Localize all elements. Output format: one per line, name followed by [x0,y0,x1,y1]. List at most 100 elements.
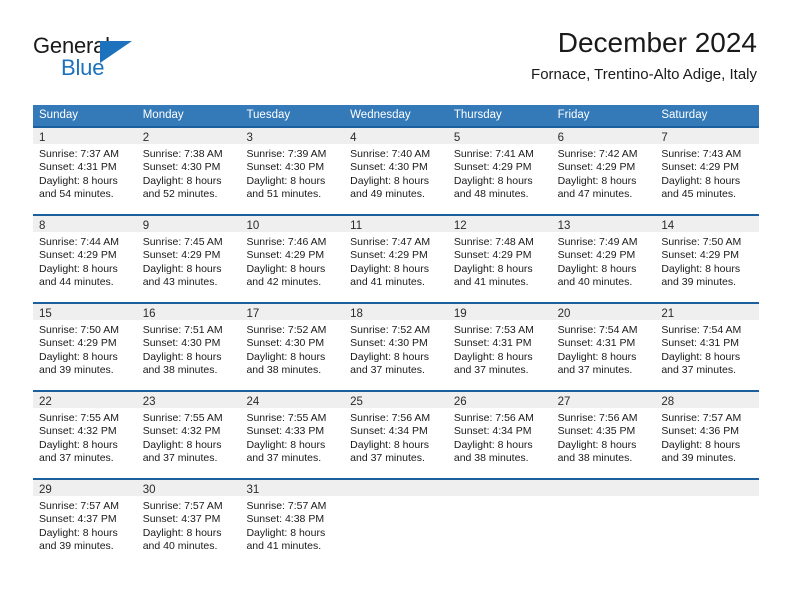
general-blue-logo[interactable]: General Blue [33,33,163,81]
calendar-week-row: 8 Sunrise: 7:44 AM Sunset: 4:29 PM Daylight… [33,214,760,298]
calendar-day-cell[interactable]: 20 Sunrise: 7:54 AM Sunset: 4:31 PM Dayligh… [551,304,656,386]
day-number-band: 14 [655,216,760,232]
calendar-day-cell[interactable]: 17 Sunrise: 7:52 AM Sunset: 4:30 PM Dayligh… [240,304,345,386]
daylight-text-line2: and 45 minutes. [661,188,737,201]
calendar-day-cell[interactable]: 19 Sunrise: 7:53 AM Sunset: 4:31 PM Dayligh… [447,304,552,386]
day-number: 18 [350,308,363,320]
daylight-text-line2: and 39 minutes. [39,540,114,553]
calendar-day-cell[interactable]: 22 Sunrise: 7:55 AM Sunset: 4:32 PM Dayligh… [33,392,137,474]
day-info: Sunrise: 7:56 AM Sunset: 4:34 PM Daylight:… [448,408,552,466]
daylight-text-line2: and 38 minutes. [557,452,633,465]
daylight-text-line2: and 38 minutes. [142,364,218,377]
sunrise-text: Sunrise: 7:50 AM [661,236,742,248]
sunset-text: Sunset: 4:29 PM [661,249,739,262]
daylight-text-line1: Daylight: 8 hours [661,262,741,275]
day-info: Sunrise: 7:57 AM Sunset: 4:37 PM Daylight:… [137,496,241,554]
day-info [344,496,448,500]
calendar-day-cell[interactable]: 27 Sunrise: 7:56 AM Sunset: 4:35 PM Dayligh… [551,392,656,474]
daylight-text-line2: and 52 minutes. [142,188,218,201]
calendar-day-cell[interactable]: 6 Sunrise: 7:42 AM Sunset: 4:29 PM Daylight… [551,128,656,210]
calendar-day-cell[interactable]: 8 Sunrise: 7:44 AM Sunset: 4:29 PM Daylight… [33,216,137,298]
calendar-day-cell[interactable]: 18 Sunrise: 7:52 AM Sunset: 4:30 PM Dayligh… [344,304,448,386]
daylight-text-line2: and 41 minutes. [246,540,322,553]
calendar-day-cell[interactable]: 29 Sunrise: 7:57 AM Sunset: 4:37 PM Dayligh… [33,480,137,562]
daylight-text-line2: and 38 minutes. [453,452,529,465]
sunset-text: Sunset: 4:37 PM [39,513,117,526]
day-number: 30 [142,484,156,496]
day-number: 9 [142,220,150,232]
day-info: Sunrise: 7:50 AM Sunset: 4:29 PM Daylight:… [655,232,759,290]
daylight-text-line1: Daylight: 8 hours [142,350,222,363]
day-info: Sunrise: 7:56 AM Sunset: 4:35 PM Daylight:… [552,408,656,466]
sunrise-text: Sunrise: 7:54 AM [661,324,742,336]
sunrise-text: Sunrise: 7:49 AM [557,236,638,248]
day-number: 25 [350,396,363,408]
sunrise-text: Sunrise: 7:47 AM [350,236,431,248]
day-number-band: 11 [344,216,448,232]
daylight-text-line2: and 37 minutes. [39,452,114,465]
sunrise-text: Sunrise: 7:56 AM [557,412,638,424]
calendar-day-cell[interactable]: 1 Sunrise: 7:37 AM Sunset: 4:31 PM Daylight… [33,128,137,210]
day-info [655,496,759,500]
sunrise-text: Sunrise: 7:46 AM [246,236,327,248]
calendar-day-cell[interactable]: 5 Sunrise: 7:41 AM Sunset: 4:29 PM Daylight… [447,128,552,210]
calendar-day-cell[interactable]: 4 Sunrise: 7:40 AM Sunset: 4:30 PM Daylight… [344,128,448,210]
calendar-day-cell[interactable]: 12 Sunrise: 7:48 AM Sunset: 4:29 PM Dayligh… [447,216,552,298]
day-number: 27 [557,396,571,408]
day-number: 21 [661,308,675,320]
calendar-day-cell[interactable]: 30 Sunrise: 7:57 AM Sunset: 4:37 PM Dayligh… [136,480,241,562]
calendar-table: Sunday Monday Tuesday Wednesday Thursday Frid… [33,105,760,562]
calendar-day-cell[interactable]: 2 Sunrise: 7:38 AM Sunset: 4:30 PM Daylight… [136,128,241,210]
page-title: December 2024 [557,27,757,58]
day-number-band: 23 [136,392,241,408]
calendar-day-cell[interactable]: 25 Sunrise: 7:56 AM Sunset: 4:34 PM Dayligh… [344,392,448,474]
day-number-band: 12 [447,216,552,232]
sunset-text: Sunset: 4:36 PM [661,425,739,438]
day-number: 6 [557,132,564,144]
daylight-text-line2: and 37 minutes. [453,364,529,377]
daylight-text-line2: and 42 minutes. [246,276,322,289]
sunset-text: Sunset: 4:29 PM [350,249,428,262]
calendar-week-row: 29 Sunrise: 7:57 AM Sunset: 4:37 PM Dayligh… [33,478,760,562]
sunrise-text: Sunrise: 7:53 AM [453,324,534,336]
calendar-day-cell[interactable]: 28 Sunrise: 7:57 AM Sunset: 4:36 PM Dayligh… [655,392,760,474]
calendar-day-cell[interactable]: 31 Sunrise: 7:57 AM Sunset: 4:38 PM Dayligh… [240,480,345,562]
calendar-day-cell[interactable]: 13 Sunrise: 7:49 AM Sunset: 4:29 PM Dayligh… [551,216,656,298]
sunrise-text: Sunrise: 7:51 AM [142,324,223,336]
daylight-text-line1: Daylight: 8 hours [246,350,326,363]
calendar-day-cell[interactable]: 15 Sunrise: 7:50 AM Sunset: 4:29 PM Dayligh… [33,304,137,386]
daylight-text-line1: Daylight: 8 hours [661,174,741,187]
day-info: Sunrise: 7:39 AM Sunset: 4:30 PM Daylight:… [240,144,344,202]
calendar-day-cell[interactable]: 11 Sunrise: 7:47 AM Sunset: 4:29 PM Dayligh… [344,216,448,298]
day-info: Sunrise: 7:52 AM Sunset: 4:30 PM Daylight:… [344,320,448,378]
day-number-band: 16 [136,304,241,320]
day-number: 7 [661,132,668,144]
day-number: 10 [246,220,260,232]
day-number-band: 8 [33,216,137,232]
calendar-day-cell[interactable]: 3 Sunrise: 7:39 AM Sunset: 4:30 PM Daylight… [240,128,345,210]
calendar-day-cell[interactable]: 24 Sunrise: 7:55 AM Sunset: 4:33 PM Dayligh… [240,392,345,474]
calendar-day-cell[interactable]: 9 Sunrise: 7:45 AM Sunset: 4:29 PM Daylight… [136,216,241,298]
day-number: 13 [557,220,571,232]
calendar-day-cell[interactable]: 14 Sunrise: 7:50 AM Sunset: 4:29 PM Dayligh… [655,216,760,298]
daylight-text-line2: and 39 minutes. [39,364,114,377]
calendar-day-cell[interactable]: 16 Sunrise: 7:51 AM Sunset: 4:30 PM Dayligh… [136,304,241,386]
day-number-band: 3 [240,128,345,144]
daylight-text-line1: Daylight: 8 hours [350,438,429,451]
day-info [552,496,656,500]
daylight-text-line2: and 40 minutes. [557,276,633,289]
daylight-text-line2: and 54 minutes. [39,188,114,201]
title-block: December 2024 Fornace, Trentino-Alto Adi… [531,26,757,86]
daylight-text-line1: Daylight: 8 hours [39,262,118,275]
calendar-day-cell[interactable]: 10 Sunrise: 7:46 AM Sunset: 4:29 PM Dayligh… [240,216,345,298]
sunrise-text: Sunrise: 7:52 AM [246,324,327,336]
calendar-day-cell[interactable]: 23 Sunrise: 7:55 AM Sunset: 4:32 PM Dayligh… [136,392,241,474]
calendar-day-cell[interactable]: 21 Sunrise: 7:54 AM Sunset: 4:31 PM Dayligh… [655,304,760,386]
day-info: Sunrise: 7:53 AM Sunset: 4:31 PM Daylight:… [448,320,552,378]
day-number-band: 27 [551,392,656,408]
calendar-day-cell[interactable]: 7 Sunrise: 7:43 AM Sunset: 4:29 PM Daylight… [655,128,760,210]
sunset-text: Sunset: 4:29 PM [453,249,532,262]
calendar-day-cell[interactable]: 26 Sunrise: 7:56 AM Sunset: 4:34 PM Dayligh… [447,392,552,474]
sunrise-text: Sunrise: 7:38 AM [142,148,223,160]
day-number: 31 [246,484,260,496]
